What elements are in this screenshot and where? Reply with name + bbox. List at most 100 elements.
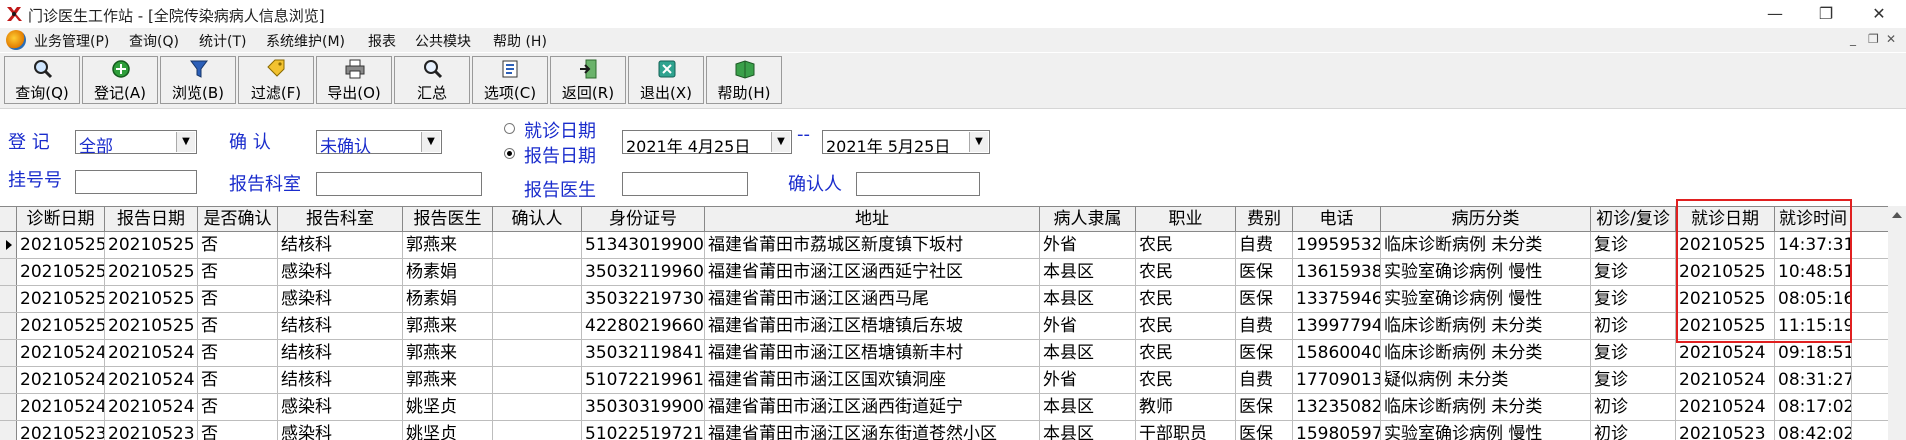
table-cell[interactable]: 农民 bbox=[1136, 313, 1236, 339]
report-date-radio[interactable] bbox=[504, 148, 515, 159]
table-cell[interactable]: 20210524 bbox=[17, 367, 105, 393]
table-cell[interactable]: 20210524 bbox=[17, 340, 105, 366]
table-cell[interactable]: 福建省莆田市涵江区涵东街道苍然小区 bbox=[705, 421, 1040, 440]
table-cell[interactable] bbox=[493, 367, 582, 393]
menu-public-modules[interactable]: 公共模块 bbox=[415, 31, 471, 51]
column-header[interactable]: 身份证号 bbox=[582, 207, 705, 231]
table-cell[interactable]: 20210524 bbox=[1676, 340, 1775, 366]
filter-button[interactable]: 过滤(F) bbox=[238, 56, 314, 104]
patient-grid[interactable]: 诊断日期 报告日期 是否确认 报告科室 报告医生 确认人 身份证号 地址 病人隶属 职业 费别 电话病… bbox=[0, 206, 1888, 440]
chevron-down-icon[interactable]: ▼ bbox=[421, 132, 440, 152]
table-row[interactable]: 20210524 20210524 否结核科 郭燕来 510722199611 福建省莆田… bbox=[0, 367, 1888, 394]
table-cell[interactable]: 350321199609 bbox=[582, 259, 705, 285]
table-cell[interactable]: 临床诊断病例 未分类 bbox=[1381, 340, 1591, 366]
table-cell[interactable]: 否 bbox=[198, 394, 278, 420]
close-button[interactable]: ✕ bbox=[1856, 2, 1902, 26]
table-cell[interactable]: 本县区 bbox=[1040, 394, 1136, 420]
table-cell[interactable]: 初诊 bbox=[1591, 313, 1676, 339]
chevron-down-icon[interactable]: ▼ bbox=[176, 132, 195, 152]
table-cell[interactable]: 初诊 bbox=[1591, 394, 1676, 420]
table-cell[interactable]: 20210525 bbox=[1676, 232, 1775, 258]
table-cell[interactable]: 08:31:27 bbox=[1775, 367, 1852, 393]
table-cell[interactable]: 福建省莆田市涵江区涵西马尾 bbox=[705, 286, 1040, 312]
table-cell[interactable] bbox=[493, 394, 582, 420]
table-cell[interactable]: 实验室确诊病例 慢性 bbox=[1381, 259, 1591, 285]
table-cell[interactable]: 临床诊断病例 未分类 bbox=[1381, 394, 1591, 420]
table-cell[interactable] bbox=[493, 259, 582, 285]
table-cell[interactable]: 20210524 bbox=[1676, 367, 1775, 393]
column-header[interactable]: 是否确认 bbox=[198, 207, 278, 231]
table-cell[interactable]: 实验室确诊病例 慢性 bbox=[1381, 286, 1591, 312]
table-cell[interactable]: 20210524 bbox=[105, 367, 198, 393]
table-cell[interactable]: 感染科 bbox=[278, 394, 403, 420]
table-cell[interactable]: 结核科 bbox=[278, 367, 403, 393]
table-cell[interactable]: 本县区 bbox=[1040, 340, 1136, 366]
column-header[interactable]: 病人隶属 bbox=[1040, 207, 1136, 231]
table-cell[interactable]: 20210524 bbox=[17, 394, 105, 420]
table-cell[interactable]: 20210525 bbox=[105, 313, 198, 339]
row-indicator[interactable] bbox=[0, 340, 17, 366]
table-cell[interactable]: 复诊 bbox=[1591, 259, 1676, 285]
row-indicator[interactable] bbox=[0, 259, 17, 285]
table-cell[interactable]: 20210525 bbox=[17, 259, 105, 285]
table-cell[interactable] bbox=[493, 313, 582, 339]
row-indicator[interactable] bbox=[0, 367, 17, 393]
table-cell[interactable]: 福建省莆田市涵江区国欢镇洞座 bbox=[705, 367, 1040, 393]
date-to-picker[interactable]: 2021年 5月25日 ▼ bbox=[822, 130, 990, 156]
table-cell[interactable]: 感染科 bbox=[278, 421, 403, 440]
reg-no-input[interactable] bbox=[75, 170, 197, 194]
summary-button[interactable]: 汇总 bbox=[394, 56, 470, 104]
table-cell[interactable]: 20210525 bbox=[17, 232, 105, 258]
table-cell[interactable]: 农民 bbox=[1136, 232, 1236, 258]
table-cell[interactable]: 福建省莆田市涵江区涵西街道延宁 bbox=[705, 394, 1040, 420]
table-row[interactable]: 20210525 20210525 否结核科 郭燕来 422802196601 福建省莆田… bbox=[0, 313, 1888, 340]
table-cell[interactable]: 否 bbox=[198, 286, 278, 312]
row-indicator[interactable] bbox=[0, 286, 17, 312]
table-cell[interactable]: 422802196601 bbox=[582, 313, 705, 339]
column-header[interactable]: 初诊/复诊 bbox=[1591, 207, 1676, 231]
table-cell[interactable]: 福建省莆田市涵江区涵西延宁社区 bbox=[705, 259, 1040, 285]
table-cell[interactable]: 本县区 bbox=[1040, 259, 1136, 285]
table-cell[interactable]: 13997794' bbox=[1293, 313, 1381, 339]
table-cell[interactable]: 结核科 bbox=[278, 232, 403, 258]
table-cell[interactable]: 复诊 bbox=[1591, 340, 1676, 366]
table-cell[interactable]: 姚坚贞 bbox=[403, 421, 493, 440]
table-cell[interactable]: 20210525 bbox=[17, 286, 105, 312]
minimize-button[interactable]: — bbox=[1752, 2, 1798, 26]
table-cell[interactable] bbox=[493, 340, 582, 366]
table-cell[interactable]: 杨素娟 bbox=[403, 259, 493, 285]
table-cell[interactable]: 20210523 bbox=[105, 421, 198, 440]
table-cell[interactable]: 19959532( bbox=[1293, 232, 1381, 258]
table-cell[interactable]: 外省 bbox=[1040, 313, 1136, 339]
table-cell[interactable] bbox=[493, 421, 582, 440]
table-cell[interactable]: 郭燕来 bbox=[403, 232, 493, 258]
table-cell[interactable]: 20210525 bbox=[1676, 286, 1775, 312]
register-combo[interactable]: 全部 ▼ bbox=[75, 130, 197, 157]
table-row[interactable]: 20210524 20210524 否感染科 姚坚贞 350303199005 福建省莆田… bbox=[0, 394, 1888, 421]
table-cell[interactable]: 否 bbox=[198, 340, 278, 366]
column-header[interactable]: 报告科室 bbox=[278, 207, 403, 231]
table-cell[interactable]: 08:17:02 bbox=[1775, 394, 1852, 420]
table-cell[interactable]: 复诊 bbox=[1591, 367, 1676, 393]
table-cell[interactable]: 否 bbox=[198, 421, 278, 440]
column-header[interactable]: 病历分类 bbox=[1381, 207, 1591, 231]
table-cell[interactable]: 20210524 bbox=[1676, 394, 1775, 420]
export-button[interactable]: 导出(O) bbox=[316, 56, 392, 104]
table-cell[interactable]: 本县区 bbox=[1040, 421, 1136, 440]
table-cell[interactable]: 感染科 bbox=[278, 259, 403, 285]
table-row[interactable]: 20210523 20210523 否感染科 姚坚贞 510225197212 福建省莆田… bbox=[0, 421, 1888, 440]
table-cell[interactable]: 否 bbox=[198, 259, 278, 285]
exit-button[interactable]: 退出(X) bbox=[628, 56, 704, 104]
column-header[interactable]: 报告医生 bbox=[403, 207, 493, 231]
chevron-down-icon[interactable]: ▼ bbox=[771, 132, 790, 152]
menu-reports[interactable]: 报表 bbox=[368, 31, 396, 51]
table-cell[interactable]: 否 bbox=[198, 232, 278, 258]
menu-help[interactable]: 帮助 (H) bbox=[493, 31, 547, 51]
table-cell[interactable]: 感染科 bbox=[278, 286, 403, 312]
table-cell[interactable]: 20210524 bbox=[105, 394, 198, 420]
row-indicator[interactable] bbox=[0, 313, 17, 339]
row-indicator[interactable] bbox=[0, 421, 17, 440]
table-cell[interactable]: 初诊 bbox=[1591, 421, 1676, 440]
table-cell[interactable]: 杨素娟 bbox=[403, 286, 493, 312]
register-button[interactable]: 登记(A) bbox=[82, 56, 158, 104]
